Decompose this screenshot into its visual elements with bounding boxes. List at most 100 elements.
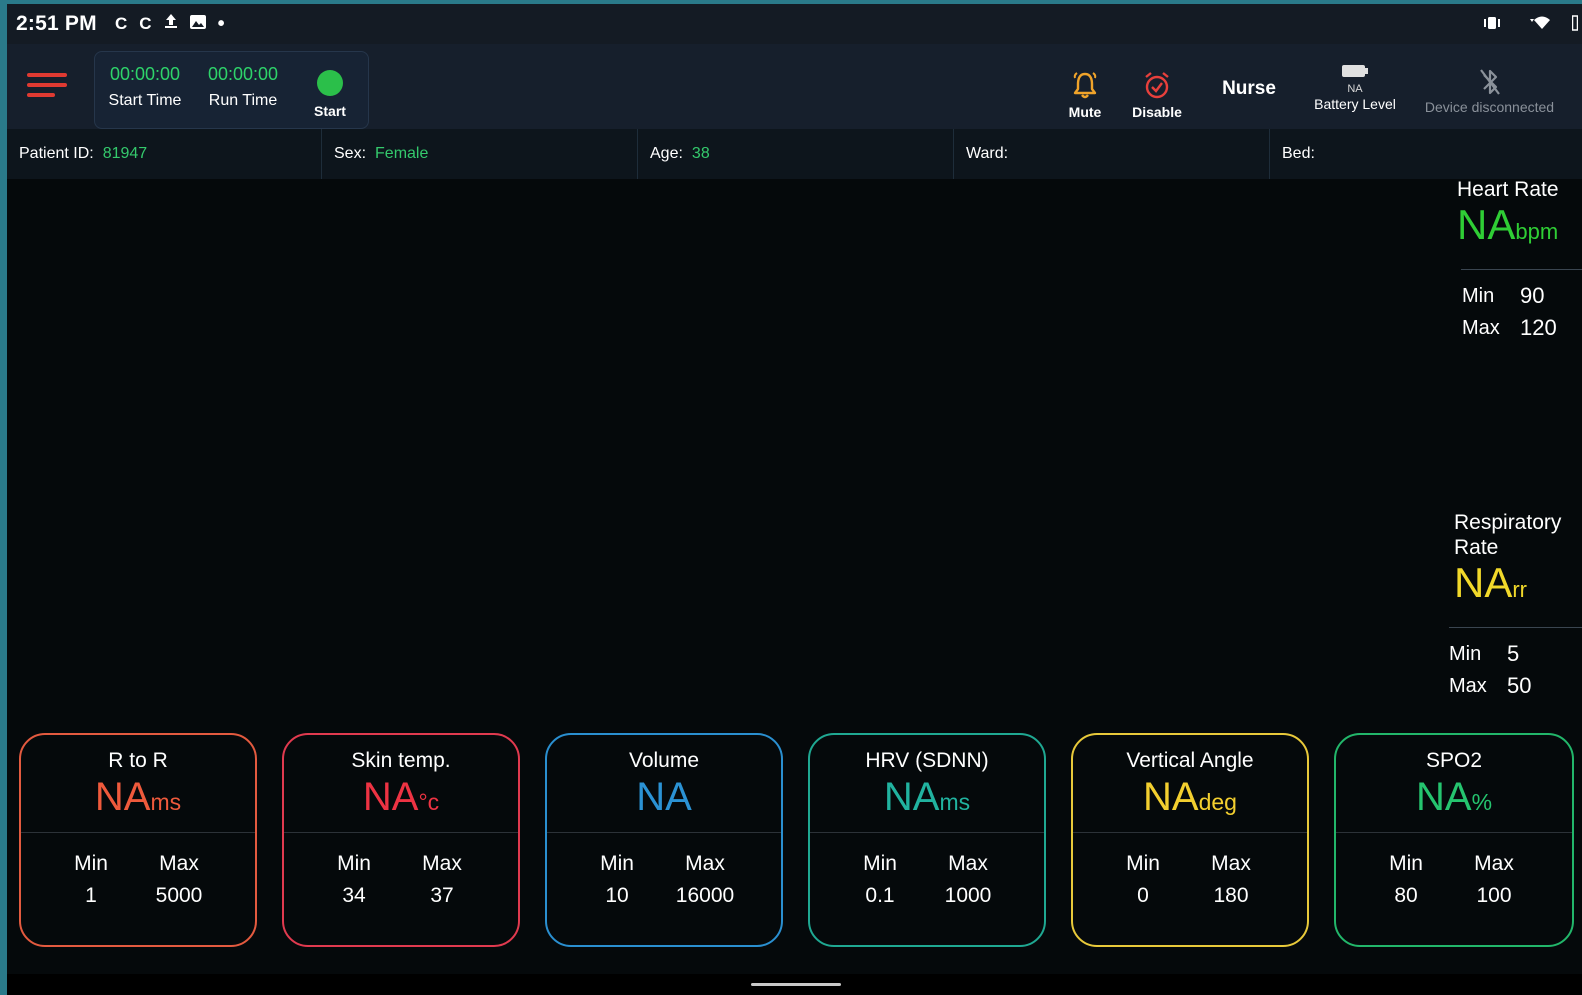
min-label: Min (1449, 643, 1482, 665)
patient-age-label: Age: (650, 145, 683, 162)
upload-icon (164, 13, 178, 34)
card-reading: NA% (1336, 773, 1572, 826)
user-role: Nurse (1222, 78, 1276, 99)
max-value: 37 (430, 884, 454, 907)
bluetooth-disabled-icon (1475, 66, 1505, 98)
card-min: Min 80 (1366, 848, 1446, 912)
bell-icon (1070, 70, 1100, 100)
divider (1336, 832, 1572, 833)
heart-rate-reading: NAbpm (1457, 202, 1582, 255)
card-title: HRV (SDNN) (865, 749, 989, 772)
divider (810, 832, 1044, 833)
device-connection-status[interactable]: Device disconnected (1417, 66, 1562, 115)
card-unit: deg (1198, 789, 1237, 815)
respiratory-rate-unit: rr (1512, 577, 1528, 602)
max-label: Max (1462, 317, 1500, 339)
heart-rate-max: 120 (1520, 315, 1557, 340)
menu-button[interactable] (27, 73, 69, 103)
heart-rate-title: Heart Rate (1457, 178, 1559, 201)
patient-id-value: 81947 (102, 145, 148, 162)
respiratory-rate-value: NA (1454, 559, 1513, 606)
max-label: Max (685, 852, 725, 875)
vibrate-icon (1482, 16, 1502, 34)
card-value: NA (1143, 775, 1199, 819)
patient-sex-value: Female (375, 145, 429, 162)
run-time-display: 00:00:00 Run Time (203, 64, 283, 110)
heart-rate-max-row: Max 120 (1457, 312, 1582, 344)
max-label: Max (1474, 852, 1514, 875)
card-value: NA (1415, 775, 1472, 819)
c-app-icon: C (139, 13, 152, 33)
r-to-r-card[interactable]: R to R NAms Min 1 Max 5000 (19, 733, 257, 947)
menu-icon-bar (27, 93, 55, 97)
respiratory-rate-max-row: Max 50 (1449, 670, 1582, 702)
volume-card[interactable]: Volume NA Min 10 Max 16000 (545, 733, 783, 947)
card-reading: NAdeg (1073, 773, 1307, 826)
card-max: Max 180 (1191, 848, 1271, 912)
battery-value: NA (1347, 83, 1363, 95)
min-label: Min (337, 852, 371, 875)
divider (1449, 627, 1582, 628)
card-max: Max 100 (1454, 848, 1534, 912)
menu-icon-bar (27, 73, 67, 77)
divider (547, 832, 781, 833)
menu-icon-bar (27, 83, 67, 87)
max-label: Max (1449, 675, 1487, 697)
respiratory-rate-min: 5 (1507, 641, 1520, 666)
card-min: Min 0.1 (840, 848, 920, 912)
start-button[interactable]: Start (300, 70, 360, 122)
status-time: 2:51 PM (16, 12, 97, 35)
card-reading: NAms (810, 773, 1044, 826)
max-label: Max (1211, 852, 1251, 875)
mute-button[interactable]: Mute (1055, 70, 1115, 120)
disable-label: Disable (1132, 104, 1182, 120)
notification-icons: C C • (115, 13, 225, 34)
patient-id-field: Patient ID: 81947 (7, 129, 322, 179)
home-gesture-handle[interactable] (751, 983, 841, 986)
card-unit: ms (150, 789, 182, 815)
patient-info-bar: Patient ID: 81947 Sex: Female Age: 38 Ward:… (7, 129, 1582, 179)
patient-ward-label: Ward: (966, 145, 1009, 162)
patient-age-field: Age: 38 (638, 129, 954, 179)
run-time-label: Run Time (208, 92, 278, 109)
max-value: 16000 (675, 884, 735, 907)
max-value: 1000 (944, 884, 992, 907)
card-max: Max 1000 (928, 848, 1008, 912)
card-unit: °c (418, 789, 440, 815)
heart-rate-min: 90 (1520, 283, 1545, 308)
app-window: 2:51 PM C C • 00:00:00 Start Time 00:00:… (7, 4, 1582, 995)
card-value: NA (636, 775, 692, 819)
start-label: Start (314, 103, 346, 119)
patient-ward-field: Ward: (954, 129, 1270, 179)
run-time-value: 00:00:00 (207, 64, 279, 84)
battery-level-indicator: NA Battery Level (1307, 61, 1403, 112)
heart-rate-unit: bpm (1515, 219, 1559, 244)
card-min: Min 10 (577, 848, 657, 912)
respiratory-rate-panel: Respiratory Rate NArr Min 5 Max 50 (1449, 510, 1582, 702)
battery-icon (1340, 61, 1370, 81)
spo2-card[interactable]: SPO2 NA% Min 80 Max 100 (1334, 733, 1574, 947)
divider (21, 832, 255, 833)
hrv-card[interactable]: HRV (SDNN) NAms Min 0.1 Max 1000 (808, 733, 1046, 947)
min-value: 0.1 (865, 884, 895, 907)
min-value: 10 (605, 884, 629, 907)
min-value: 34 (342, 884, 366, 907)
max-label: Max (422, 852, 462, 875)
card-max: Max 37 (402, 848, 482, 912)
skin-temp-card[interactable]: Skin temp. NA°c Min 34 Max 37 (282, 733, 520, 947)
respiratory-rate-title-line2: Rate (1454, 536, 1499, 559)
wifi-icon (1522, 16, 1552, 34)
min-label: Min (1126, 852, 1160, 875)
vertical-angle-card[interactable]: Vertical Angle NAdeg Min 0 Max 180 (1071, 733, 1309, 947)
card-title: Vertical Angle (1126, 749, 1254, 772)
battery-label: Battery Level (1314, 96, 1396, 112)
max-value: 100 (1476, 884, 1512, 907)
system-icons (1482, 15, 1579, 35)
min-label: Min (863, 852, 897, 875)
disable-alarm-button[interactable]: Disable (1127, 70, 1187, 120)
min-label: Min (74, 852, 108, 875)
max-value: 180 (1213, 884, 1249, 907)
min-label: Min (600, 852, 634, 875)
card-unit: % (1471, 789, 1493, 815)
start-time-value: 00:00:00 (109, 64, 181, 84)
